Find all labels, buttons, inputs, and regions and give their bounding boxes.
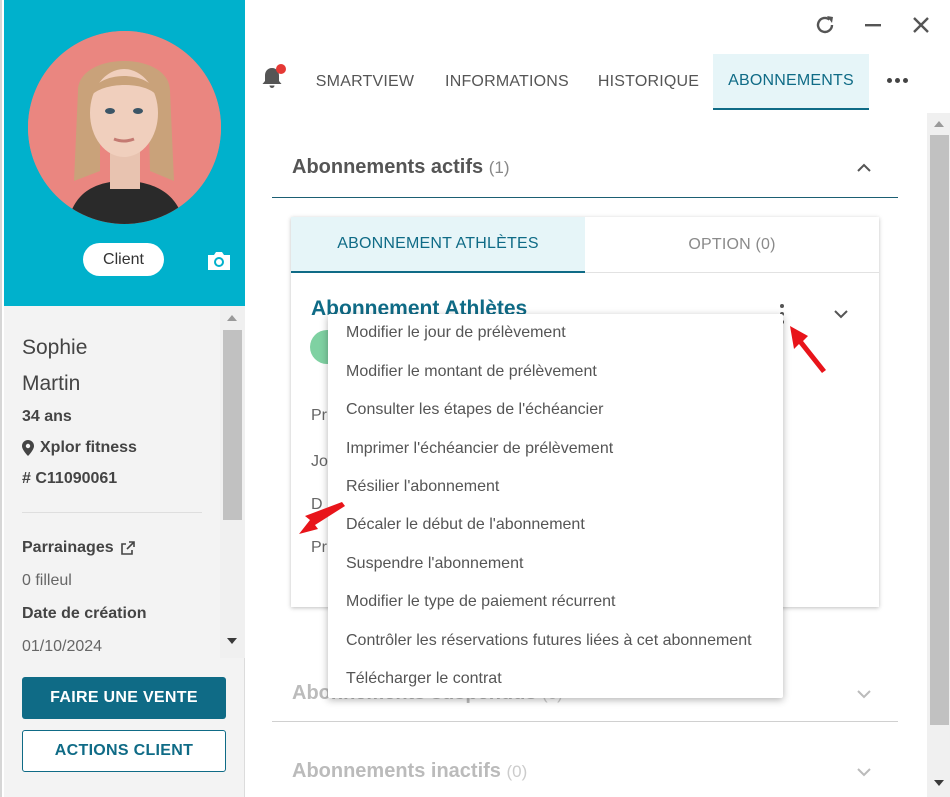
- subscription-actions-menu: Modifier le jour de prélèvement Modifier…: [328, 314, 783, 698]
- section-count: (1): [488, 158, 510, 177]
- creation-date-label: Date de création: [22, 605, 147, 622]
- client-id: # C11090061: [22, 470, 118, 487]
- notification-bell-icon[interactable]: [260, 64, 286, 90]
- scroll-down-arrow-icon[interactable]: [227, 638, 237, 644]
- section-count: (0): [506, 762, 528, 781]
- client-location: Xplor fitness: [22, 439, 137, 457]
- chevron-up-icon[interactable]: [856, 163, 872, 173]
- sponsorships-link[interactable]: Parrainages: [22, 539, 135, 557]
- menu-item-change-debit-day[interactable]: Modifier le jour de prélèvement: [346, 324, 566, 342]
- tab-historique[interactable]: HISTORIQUE: [586, 54, 711, 110]
- creation-date-value: 01/10/2024: [22, 638, 103, 655]
- section-divider: [272, 197, 898, 198]
- scroll-up-arrow-icon[interactable]: [227, 315, 237, 321]
- refresh-icon[interactable]: [813, 13, 837, 37]
- avatar-photo: [28, 31, 221, 224]
- close-icon[interactable]: [909, 13, 933, 37]
- location-pin-icon: [22, 440, 34, 456]
- inactive-subscriptions-header[interactable]: Abonnements inactifs (0): [292, 760, 527, 783]
- card-field-label: Jo: [311, 453, 328, 470]
- client-sidebar: Client Sophie Martin 34 ans Xplor fitnes…: [4, 0, 245, 797]
- menu-item-change-debit-amount[interactable]: Modifier le montant de prélèvement: [346, 363, 597, 381]
- menu-item-shift-start[interactable]: Décaler le début de l'abonnement: [346, 516, 585, 534]
- sponsorships-label: Parrainages: [22, 539, 114, 556]
- client-location-label: Xplor fitness: [40, 439, 137, 456]
- menu-item-change-payment-type[interactable]: Modifier le type de paiement récurrent: [346, 593, 615, 611]
- camera-icon[interactable]: [206, 250, 232, 272]
- client-age: 34 ans: [22, 408, 72, 425]
- external-link-icon[interactable]: [120, 541, 135, 555]
- tab-abonnement-athletes[interactable]: ABONNEMENT ATHLÈTES: [291, 217, 585, 273]
- section-divider: [272, 721, 898, 722]
- client-first-name: Sophie: [22, 336, 88, 359]
- annotation-arrow-icon: [790, 326, 826, 373]
- tab-smartview[interactable]: SMARTVIEW: [302, 54, 428, 110]
- client-actions-button[interactable]: ACTIONS CLIENT: [22, 730, 226, 772]
- annotation-arrow-icon: [299, 502, 345, 534]
- client-status-badge: Client: [83, 243, 164, 276]
- divider: [22, 512, 202, 513]
- menu-item-check-future-bookings[interactable]: Contrôler les réservations futures liées…: [346, 632, 752, 650]
- make-sale-button[interactable]: FAIRE UNE VENTE: [22, 677, 226, 719]
- scrollbar-thumb[interactable]: [930, 135, 949, 725]
- section-title: Abonnements actifs: [292, 156, 484, 178]
- main-scrollbar[interactable]: [927, 113, 950, 797]
- sidebar-scrollbar[interactable]: [220, 306, 245, 658]
- scrollbar-thumb[interactable]: [223, 330, 242, 520]
- more-options-icon[interactable]: [884, 70, 910, 90]
- chevron-down-icon[interactable]: [833, 309, 849, 319]
- chevron-down-icon[interactable]: [856, 689, 872, 699]
- chevron-down-icon[interactable]: [856, 767, 872, 777]
- section-title: Abonnements inactifs: [292, 760, 501, 782]
- menu-item-view-schedule-steps[interactable]: Consulter les étapes de l'échéancier: [346, 401, 603, 419]
- menu-item-suspend-subscription[interactable]: Suspendre l'abonnement: [346, 555, 523, 573]
- tab-abonnements[interactable]: ABONNEMENTS: [713, 54, 869, 110]
- active-subscriptions-header[interactable]: Abonnements actifs (1): [292, 156, 510, 179]
- tab-informations[interactable]: INFORMATIONS: [430, 54, 584, 110]
- client-hero: Client: [4, 0, 245, 306]
- card-field-label: Pr: [311, 407, 327, 424]
- tab-option[interactable]: OPTION (0): [585, 217, 879, 273]
- menu-item-download-contract[interactable]: Télécharger le contrat: [346, 670, 502, 688]
- client-last-name: Martin: [22, 372, 81, 395]
- client-info: Sophie Martin 34 ans Xplor fitness # C11…: [4, 306, 220, 658]
- scroll-down-arrow-icon[interactable]: [934, 780, 944, 786]
- sponsorships-value: 0 filleul: [22, 572, 72, 589]
- card-field-label: Pr: [311, 539, 327, 556]
- menu-item-cancel-subscription[interactable]: Résilier l'abonnement: [346, 478, 499, 496]
- menu-item-print-schedule[interactable]: Imprimer l'échéancier de prélèvement: [346, 440, 613, 458]
- minimize-icon[interactable]: [861, 13, 885, 37]
- scroll-up-arrow-icon[interactable]: [934, 121, 944, 127]
- app-window: Client Sophie Martin 34 ans Xplor fitnes…: [0, 0, 950, 797]
- avatar: [28, 31, 221, 224]
